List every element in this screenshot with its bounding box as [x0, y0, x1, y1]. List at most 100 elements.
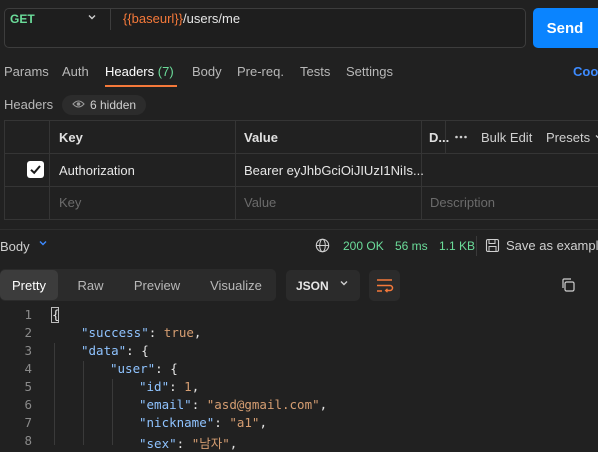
chevron-down-icon[interactable] — [38, 238, 48, 251]
tab-body[interactable]: Body — [192, 64, 222, 79]
line-number: 5 — [24, 379, 32, 394]
active-tab-indicator — [105, 85, 177, 87]
url-variable: {{baseurl}} — [123, 11, 184, 26]
tab-tests[interactable]: Tests — [300, 64, 330, 79]
presets-label: Presets — [546, 130, 591, 145]
tab-auth[interactable]: Auth — [62, 64, 89, 79]
code-token: , — [193, 325, 202, 340]
chevron-down-icon[interactable] — [338, 277, 350, 292]
save-icon[interactable] — [485, 238, 500, 256]
tab-settings[interactable]: Settings — [346, 64, 393, 79]
line-number: 8 — [24, 433, 32, 448]
code-line: "id": 1, — [139, 379, 199, 394]
table-divider — [49, 120, 50, 220]
column-key: Key — [59, 130, 83, 145]
new-description-input[interactable]: Description — [430, 195, 495, 210]
header-enabled-checkbox[interactable] — [27, 161, 44, 178]
new-value-input[interactable]: Value — [244, 195, 276, 210]
view-tab-raw[interactable]: Raw — [62, 270, 119, 300]
code-line: "user": { — [110, 361, 178, 376]
wrap-lines-button[interactable] — [369, 270, 400, 301]
indent-guide — [83, 361, 84, 445]
code-line: "sex": "남자", — [139, 433, 237, 452]
bulk-edit-button[interactable]: Bulk Edit — [481, 130, 532, 145]
code-token: true — [163, 325, 194, 340]
table-divider — [235, 120, 236, 220]
line-number: 7 — [24, 415, 32, 430]
response-body-label[interactable]: Body — [0, 239, 30, 254]
response-size[interactable]: 1.1 KB — [439, 239, 475, 253]
response-time[interactable]: 56 ms — [395, 239, 428, 253]
code-token: { — [52, 307, 60, 322]
code-token: "data" — [81, 343, 127, 358]
cookies-link[interactable]: Coo — [573, 64, 598, 79]
line-number: 2 — [24, 325, 32, 340]
code-token: : — [176, 436, 192, 451]
hidden-headers-toggle[interactable]: 6 hidden — [62, 95, 147, 115]
save-as-example-button[interactable]: Save as example — [506, 238, 598, 253]
code-token: "nickname" — [139, 415, 215, 430]
checkmark-icon — [30, 165, 41, 175]
chevron-down-icon — [594, 130, 598, 145]
code-token: : { — [126, 343, 149, 358]
code-token: : — [191, 397, 207, 412]
tab-headers-count: (7) — [157, 64, 174, 79]
panel-divider[interactable] — [0, 229, 598, 230]
code-token: "email" — [139, 397, 192, 412]
hidden-headers-label: 6 hidden — [90, 98, 137, 112]
new-key-input[interactable]: Key — [59, 195, 81, 210]
line-number: 6 — [24, 397, 32, 412]
tab-pre-request[interactable]: Pre-req. — [237, 64, 284, 79]
code-token: : — [214, 415, 230, 430]
chevron-down-icon[interactable] — [86, 11, 98, 26]
headers-section-title: Headers — [4, 97, 54, 112]
code-line: "success": true, — [81, 325, 201, 340]
indent-guide — [112, 379, 113, 445]
header-key-cell[interactable]: Authorization — [59, 163, 135, 178]
table-divider — [4, 186, 598, 187]
code-line: "data": { — [81, 343, 149, 358]
code-token: , — [319, 397, 328, 412]
eye-icon — [72, 98, 85, 112]
tab-params[interactable]: Params — [4, 64, 49, 79]
header-value-cell[interactable]: Bearer eyJhbGciOiJIUzI1NiIs... — [244, 163, 424, 178]
url-input[interactable]: {{baseurl}}/users/me — [123, 11, 240, 26]
line-number: 4 — [24, 361, 32, 376]
wrap-icon — [377, 279, 394, 293]
code-token: , — [229, 436, 238, 451]
code-line: { — [52, 307, 60, 322]
view-tab-visualize[interactable]: Visualize — [196, 270, 276, 300]
code-token: "남자" — [191, 436, 230, 451]
code-token: "a1" — [229, 415, 260, 430]
status-code[interactable]: 200 OK — [343, 239, 384, 253]
code-token: , — [191, 379, 200, 394]
code-token: "id" — [139, 379, 170, 394]
url-divider — [110, 8, 111, 30]
divider — [476, 236, 477, 256]
code-token: : { — [155, 361, 178, 376]
code-line: "email": "asd@gmail.com", — [139, 397, 327, 412]
code-token: : — [148, 325, 164, 340]
tab-headers-label: Headers — [105, 64, 155, 79]
line-number: 1 — [24, 307, 32, 322]
globe-icon[interactable] — [315, 238, 330, 256]
code-token: "user" — [110, 361, 156, 376]
code-token: "success" — [81, 325, 149, 340]
send-button[interactable]: Send — [533, 8, 598, 48]
url-bar[interactable] — [4, 8, 526, 48]
tab-headers[interactable]: Headers (7) — [105, 64, 174, 79]
copy-icon[interactable] — [560, 277, 576, 296]
table-divider — [4, 153, 598, 154]
presets-dropdown[interactable]: Presets — [546, 130, 598, 145]
method-select[interactable]: GET — [10, 12, 35, 26]
more-options-icon[interactable] — [454, 130, 468, 147]
code-token: 1 — [184, 379, 192, 394]
code-token: , — [259, 415, 267, 430]
code-line: "nickname": "a1", — [139, 415, 267, 430]
line-number: 3 — [24, 343, 32, 358]
indent-guide — [54, 343, 55, 445]
code-token: "sex" — [139, 436, 177, 451]
column-value: Value — [244, 130, 278, 145]
view-tab-pretty[interactable]: Pretty — [0, 270, 58, 300]
view-tab-preview[interactable]: Preview — [122, 270, 192, 300]
